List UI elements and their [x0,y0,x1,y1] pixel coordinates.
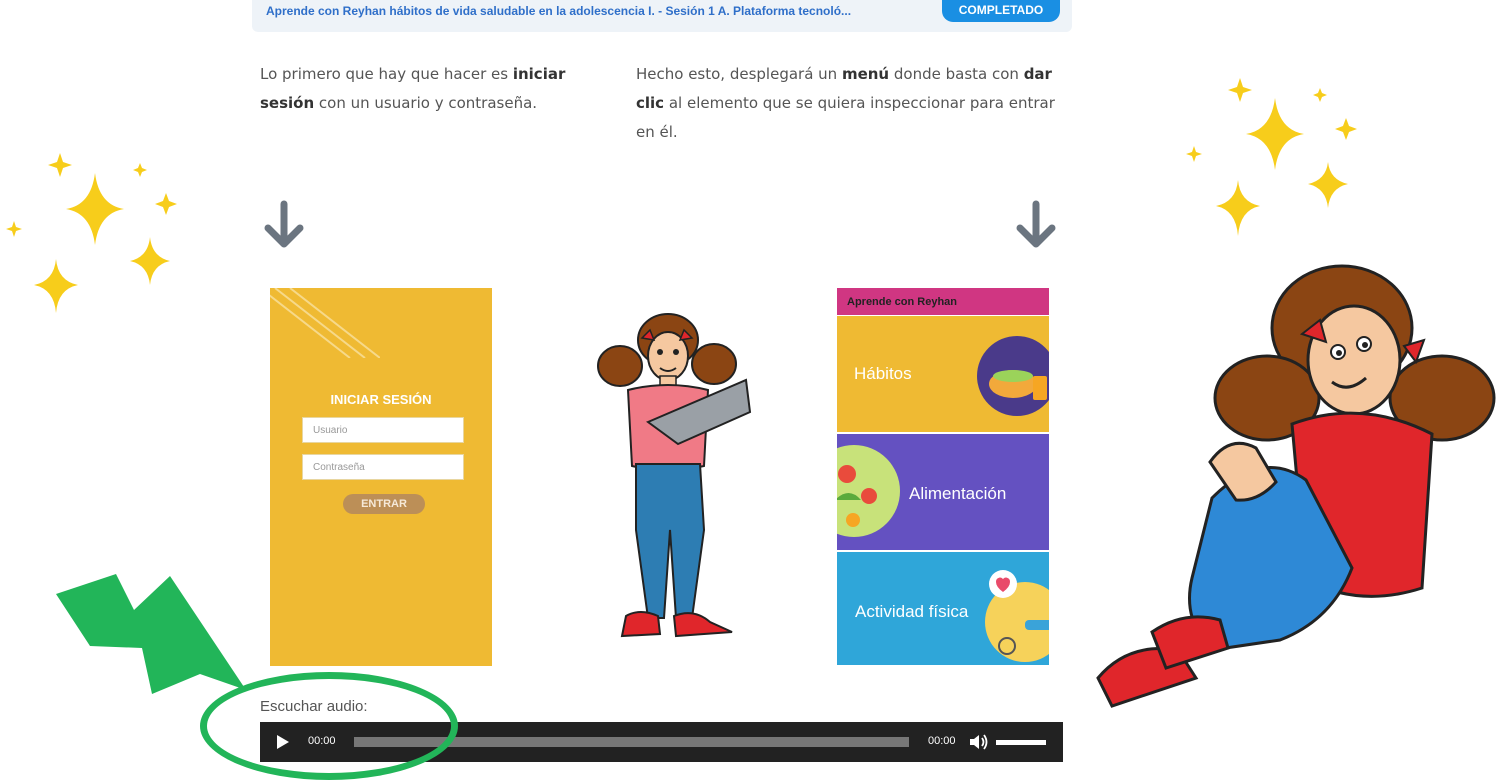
down-arrow-icon [264,200,304,248]
menu-header: Aprende con Reyhan [837,288,1049,315]
username-field: Usuario [302,417,464,443]
password-field: Contraseña [302,454,464,480]
audio-label: Escuchar audio: [260,698,368,715]
menu-tile-label: Actividad física [855,602,969,621]
volume-slider[interactable] [996,740,1046,745]
menu-screen-mockup: Aprende con Reyhan Hábitos Alimentación … [837,288,1049,665]
sitting-girl-illustration [1096,264,1496,708]
course-title[interactable]: Aprende con Reyhan hábitos de vida salud… [266,4,926,18]
course-progress-bar[interactable]: Aprende con Reyhan hábitos de vida salud… [252,0,1072,32]
volume-icon[interactable] [968,732,990,752]
login-title: INICIAR SESIÓN [330,392,432,407]
healthy-bowl-icon [977,336,1049,416]
instruction-menu: Hecho esto, desplegará un menú donde bas… [636,65,1055,141]
login-submit-button: ENTRAR [343,494,425,514]
instruction-login: Lo primero que hay que hacer es iniciar … [260,65,566,112]
duration-time: 00:00 [928,735,956,747]
audio-player[interactable]: 00:00 00:00 [260,722,1063,762]
decorative-stripes [270,288,380,358]
menu-tile-label: Alimentación [909,484,1007,503]
play-icon[interactable] [276,734,290,750]
sparkles-icon [1186,78,1357,236]
menu-tile-actividad: Actividad física [837,552,1049,665]
audio-progress-bar[interactable] [354,737,909,747]
menu-tile-alimentacion: Alimentación [837,434,1049,550]
down-arrow-icon [1016,200,1056,248]
green-pointer-arrow-icon [56,574,246,694]
menu-tile-label: Hábitos [854,364,912,383]
menu-tile-habitos: Hábitos [837,316,1049,432]
login-screen-mockup: INICIAR SESIÓN Usuario Contraseña ENTRAR [270,288,492,666]
girl-with-laptop-illustration [597,313,752,638]
volume-level [996,740,1046,745]
current-time: 00:00 [308,735,336,747]
completed-badge: COMPLETADO [942,0,1060,22]
sparkles-icon [6,153,177,313]
salad-plate-icon [837,445,900,537]
fitness-icon [985,570,1049,662]
